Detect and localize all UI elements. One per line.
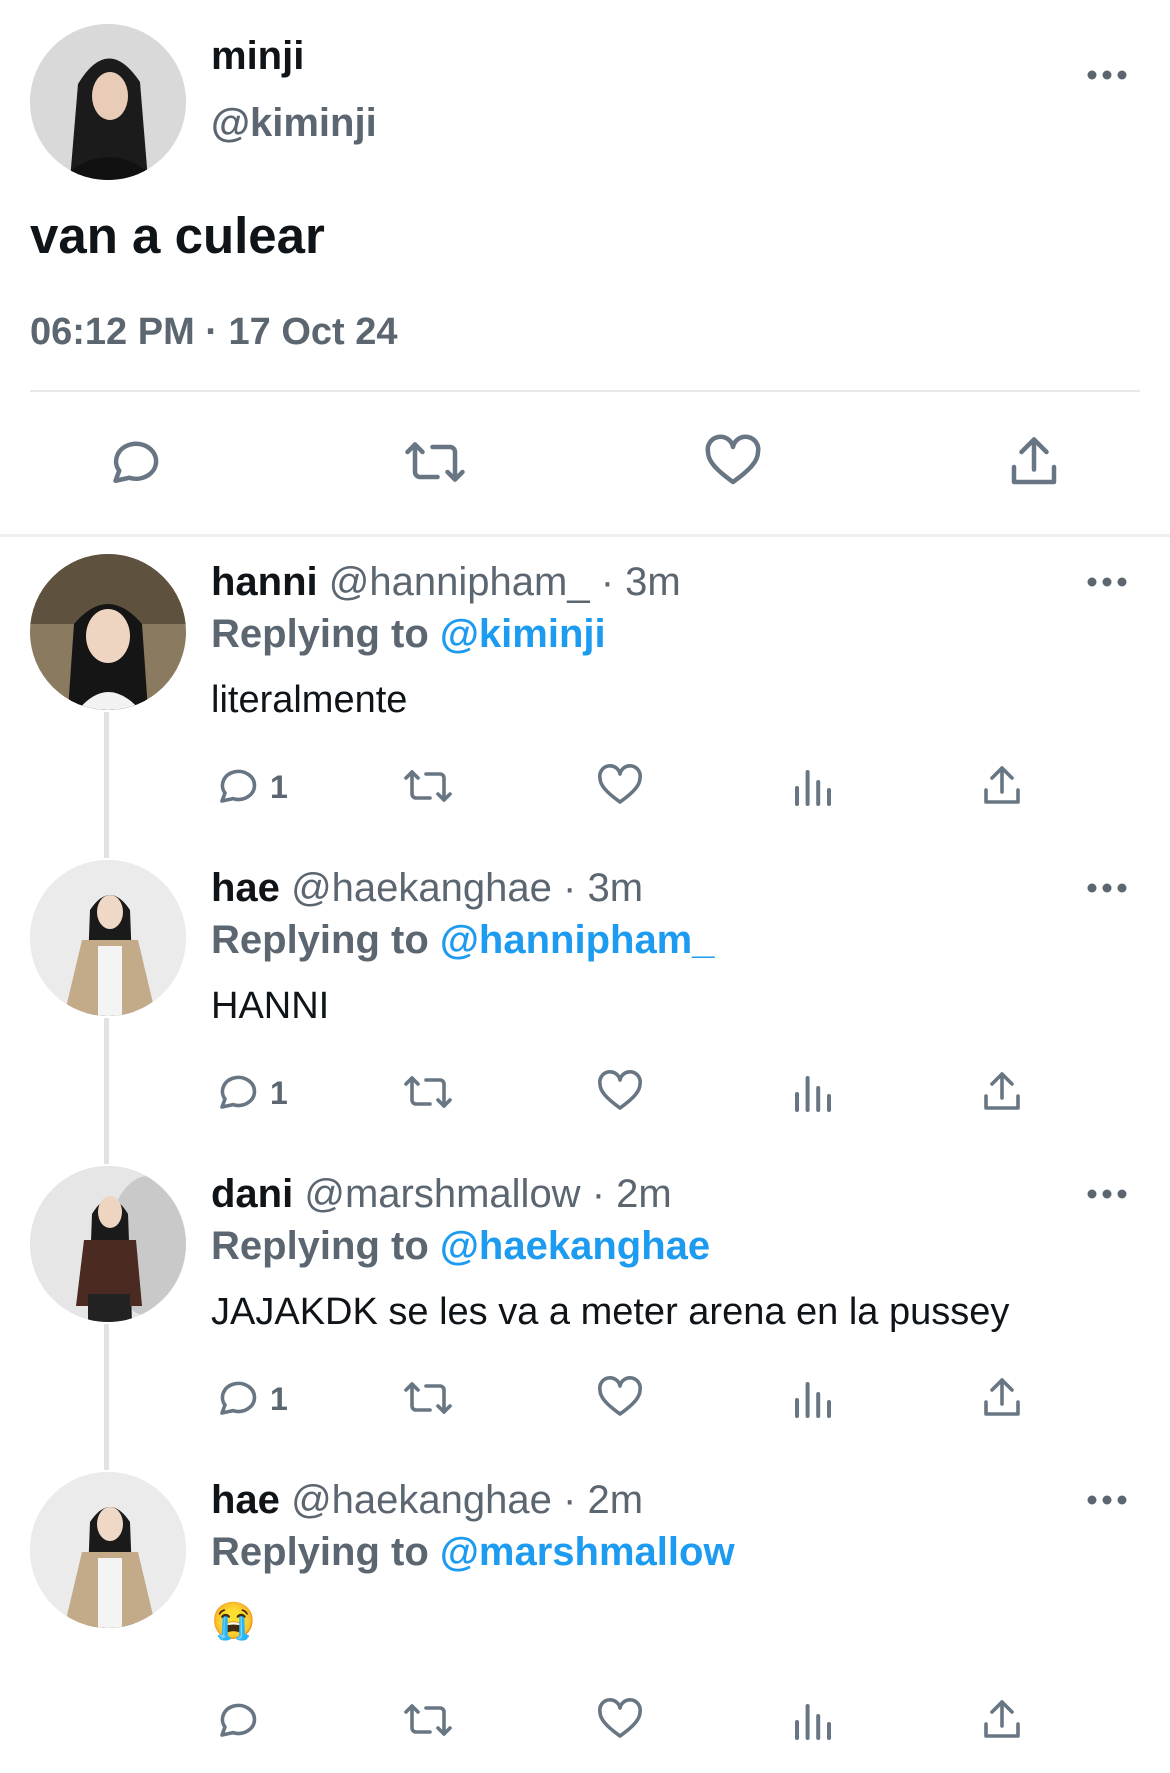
avatar[interactable] — [30, 1166, 186, 1322]
display-name[interactable]: hanni — [211, 560, 318, 604]
reply-count: 1 — [270, 1075, 288, 1111]
reply-count: 1 — [270, 1381, 288, 1417]
mention-link[interactable]: @haekanghae — [440, 1224, 710, 1268]
views-icon[interactable] — [789, 1068, 837, 1116]
tweet-text: van a culear — [30, 207, 325, 264]
share-icon[interactable] — [978, 1068, 1026, 1116]
retweet-icon[interactable] — [400, 1374, 456, 1422]
replying-label: Replying to — [211, 1224, 429, 1268]
reply-text: HANNI — [211, 985, 330, 1027]
avatar[interactable] — [30, 554, 186, 710]
replying-to: Replying to @haekanghae — [211, 1224, 710, 1269]
more-icon[interactable] — [1087, 1490, 1127, 1510]
mention-link[interactable]: @kiminji — [440, 612, 606, 656]
display-name[interactable]: dani — [211, 1172, 293, 1216]
divider — [30, 390, 1140, 392]
like-icon[interactable] — [596, 762, 644, 810]
views-icon[interactable] — [789, 1696, 837, 1744]
avatar[interactable] — [30, 24, 186, 180]
share-icon[interactable] — [978, 762, 1026, 810]
tweet-time: · 2m — [563, 1478, 644, 1522]
like-icon[interactable] — [703, 432, 763, 492]
display-name[interactable]: minji — [211, 34, 304, 79]
mention-link[interactable]: @marshmallow — [440, 1530, 735, 1574]
thread-line — [104, 712, 109, 858]
like-icon[interactable] — [596, 1696, 644, 1744]
like-icon[interactable] — [596, 1374, 644, 1422]
handle[interactable]: @kiminji — [211, 101, 377, 146]
more-icon[interactable] — [1087, 878, 1127, 898]
reply-header: hanni @hannipham_ · 3m — [211, 560, 681, 605]
thread-line — [104, 1324, 109, 1470]
thread-line — [104, 1018, 109, 1164]
share-icon[interactable] — [978, 1696, 1026, 1744]
avatar[interactable] — [30, 860, 186, 1016]
reply-icon[interactable] — [212, 1068, 260, 1116]
handle[interactable]: @haekanghae — [291, 1478, 552, 1522]
replying-to: Replying to @kiminji — [211, 612, 606, 657]
share-icon[interactable] — [1004, 432, 1064, 492]
replying-to: Replying to @hannipham_ — [211, 918, 715, 963]
like-icon[interactable] — [596, 1068, 644, 1116]
retweet-icon[interactable] — [400, 432, 470, 492]
tweet-timestamp: 06:12 PM · 17 Oct 24 — [30, 311, 398, 353]
replying-label: Replying to — [211, 612, 429, 656]
replying-to: Replying to @marshmallow — [211, 1530, 735, 1575]
more-icon[interactable] — [1087, 572, 1127, 592]
tweet-time: · 3m — [600, 560, 681, 604]
retweet-icon[interactable] — [400, 1068, 456, 1116]
reply-icon[interactable] — [212, 1696, 260, 1744]
views-icon[interactable] — [789, 1374, 837, 1422]
reply-text: JAJAKDK se les va a meter arena en la pu… — [211, 1291, 1010, 1333]
handle[interactable]: @marshmallow — [304, 1172, 580, 1216]
retweet-icon[interactable] — [400, 762, 456, 810]
mention-link[interactable]: @hannipham_ — [440, 918, 715, 962]
replying-label: Replying to — [211, 1530, 429, 1574]
replying-label: Replying to — [211, 918, 429, 962]
share-icon[interactable] — [978, 1374, 1026, 1422]
handle[interactable]: @hannipham_ — [329, 560, 590, 604]
more-icon[interactable] — [1087, 65, 1127, 85]
more-icon[interactable] — [1087, 1184, 1127, 1204]
retweet-icon[interactable] — [400, 1696, 456, 1744]
reply-icon[interactable] — [212, 762, 260, 810]
section-divider — [0, 534, 1170, 537]
reply-count: 1 — [270, 769, 288, 805]
reply-text: 😭 — [211, 1600, 256, 1641]
reply-text: literalmente — [211, 679, 408, 721]
display-name[interactable]: hae — [211, 866, 280, 910]
reply-header: hae @haekanghae · 3m — [211, 866, 643, 911]
reply-icon[interactable] — [212, 1374, 260, 1422]
reply-header: hae @haekanghae · 2m — [211, 1478, 643, 1523]
tweet-time: · 3m — [563, 866, 644, 910]
tweet-time: · 2m — [591, 1172, 672, 1216]
display-name[interactable]: hae — [211, 1478, 280, 1522]
handle[interactable]: @haekanghae — [291, 866, 552, 910]
views-icon[interactable] — [789, 762, 837, 810]
avatar[interactable] — [30, 1472, 186, 1628]
reply-header: dani @marshmallow · 2m — [211, 1172, 672, 1217]
reply-icon[interactable] — [103, 432, 163, 492]
